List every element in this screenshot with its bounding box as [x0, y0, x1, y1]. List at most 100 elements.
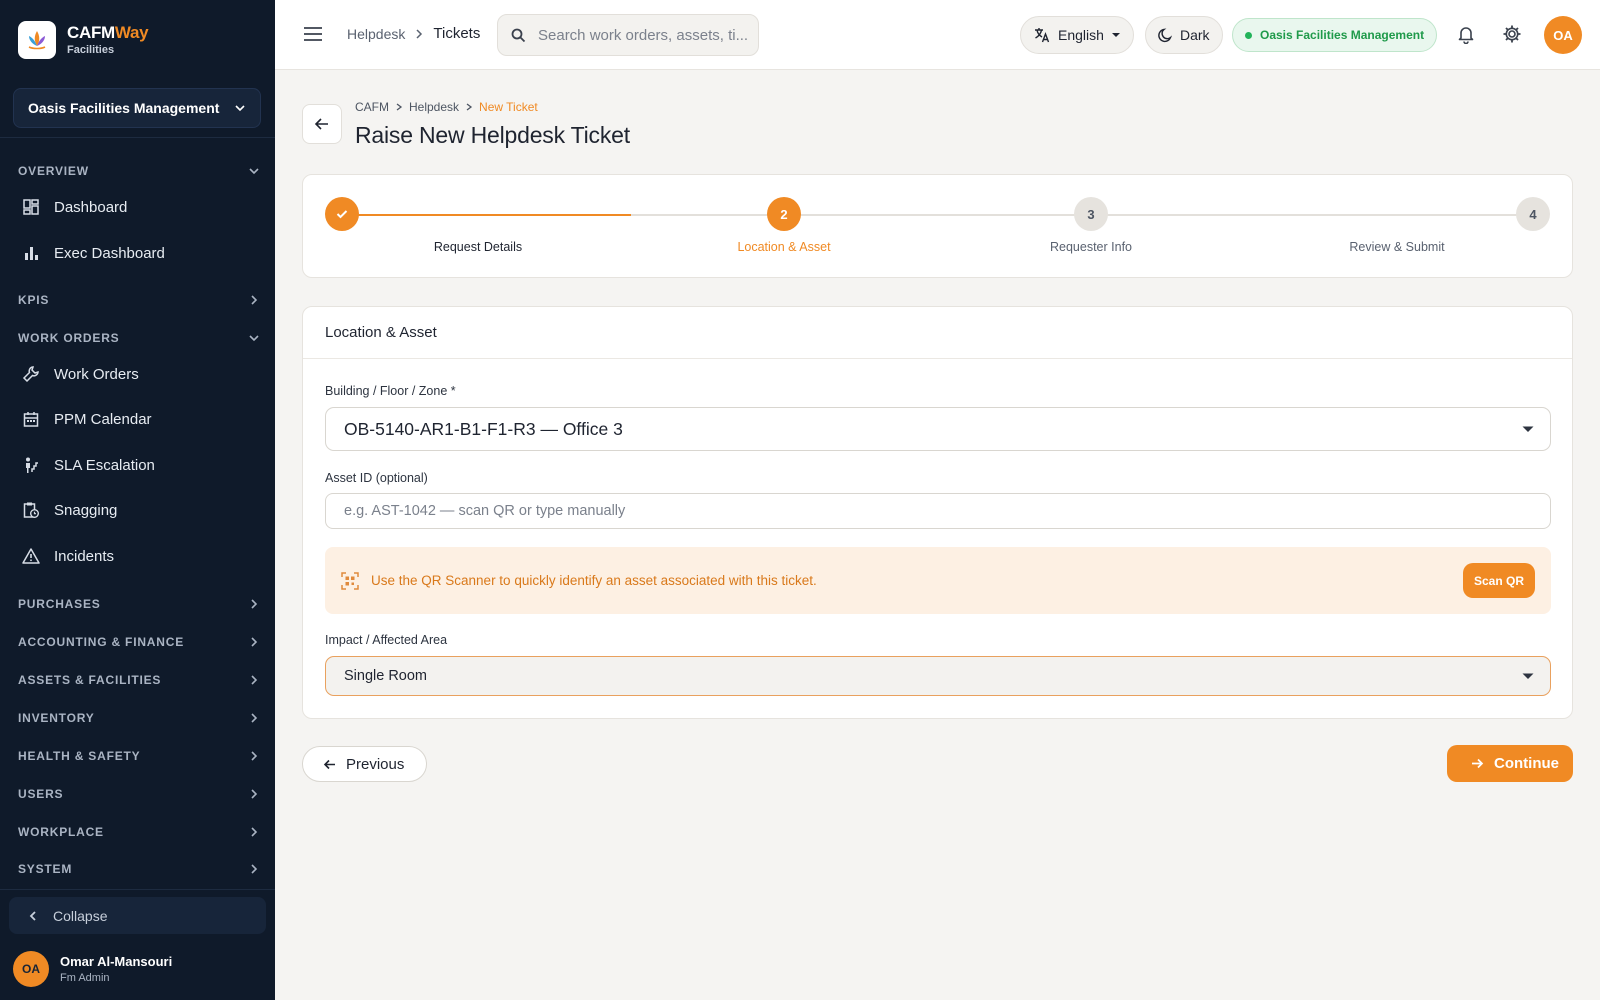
- caret-down-icon: [1111, 30, 1121, 40]
- location-select[interactable]: OB-5140-AR1-B1-F1-R3 — Office 3: [325, 407, 1551, 451]
- language-label: English: [1058, 27, 1104, 43]
- nav-section-assets[interactable]: ASSETS & FACILITIES: [18, 670, 260, 690]
- page-title: Raise New Helpdesk Ticket: [355, 122, 630, 148]
- theme-label: Dark: [1180, 27, 1210, 43]
- nav-section-workplace[interactable]: WORKPLACE: [18, 822, 260, 842]
- location-value: OB-5140-AR1-B1-F1-R3 — Office 3: [344, 418, 623, 439]
- page-breadcrumb: CAFM Helpdesk New Ticket: [355, 100, 538, 114]
- qr-hint-text: Use the QR Scanner to quickly identify a…: [371, 573, 817, 588]
- step-1-complete-icon[interactable]: [325, 197, 359, 231]
- sidebar-item-sla-escalation[interactable]: SLA Escalation: [22, 453, 155, 477]
- breadcrumb-helpdesk[interactable]: Helpdesk: [347, 26, 405, 42]
- sidebar-item-exec-dashboard[interactable]: Exec Dashboard: [22, 241, 165, 265]
- step-2-number[interactable]: 2: [767, 197, 801, 231]
- translate-icon: [1033, 26, 1051, 44]
- impact-select[interactable]: Single Room: [325, 656, 1551, 696]
- sidebar-item-work-orders[interactable]: Work Orders: [22, 362, 139, 386]
- chevron-right-icon: [248, 636, 260, 648]
- step-3-label[interactable]: Requester Info: [991, 240, 1191, 254]
- language-select[interactable]: English: [1020, 16, 1134, 54]
- brand-logo-icon: [18, 21, 56, 59]
- step-4-label[interactable]: Review & Submit: [1297, 240, 1497, 254]
- asset-id-input[interactable]: [344, 503, 1524, 519]
- breadcrumb-helpdesk[interactable]: Helpdesk: [409, 100, 459, 114]
- caret-down-icon: [1522, 423, 1534, 435]
- arrow-left-icon: [314, 116, 330, 132]
- org-status-badge[interactable]: Oasis Facilities Management: [1232, 18, 1438, 52]
- arrow-right-icon: [1471, 757, 1484, 770]
- brand[interactable]: CAFMWay Facilities: [18, 21, 149, 59]
- asset-label: Asset ID (optional): [325, 471, 428, 485]
- current-user[interactable]: OA Omar Al-Mansouri Fm Admin: [13, 951, 172, 987]
- sidebar-item-incidents[interactable]: Incidents: [22, 544, 114, 568]
- status-dot: [1245, 31, 1252, 39]
- gear-icon[interactable]: [1502, 24, 1522, 44]
- back-button[interactable]: [302, 104, 342, 144]
- impact-value: Single Room: [344, 668, 428, 684]
- scan-qr-button[interactable]: Scan QR: [1462, 563, 1535, 598]
- arrow-left-icon: [323, 758, 336, 771]
- impact-label: Impact / Affected Area: [325, 633, 448, 647]
- chevron-down-icon: [234, 102, 246, 114]
- chevron-right-icon: [248, 788, 260, 800]
- search-icon: [511, 28, 526, 43]
- nav-section-users[interactable]: USERS: [18, 784, 260, 804]
- chevron-left-icon: [27, 910, 39, 922]
- nav-section-work-orders[interactable]: WORK ORDERS: [18, 328, 260, 348]
- nav-section-kpis[interactable]: KPIS: [18, 290, 260, 310]
- sidebar: CAFMWay Facilities Oasis Facilities Mana…: [0, 0, 275, 1000]
- nav-section-overview[interactable]: OVERVIEW: [18, 161, 260, 181]
- nav-section-system[interactable]: SYSTEM: [18, 859, 260, 879]
- sidebar-item-ppm-calendar[interactable]: PPM Calendar: [22, 407, 152, 431]
- user-name: Omar Al-Mansouri: [60, 954, 173, 969]
- breadcrumb-new-ticket: New Ticket: [479, 100, 538, 114]
- chevron-right-icon: [248, 750, 260, 762]
- escalation-icon: [22, 456, 40, 474]
- chevron-down-icon: [248, 165, 260, 177]
- qr-hint-banner: Use the QR Scanner to quickly identify a…: [325, 547, 1551, 614]
- sidebar-divider: [0, 137, 275, 138]
- breadcrumb: Helpdesk Tickets: [347, 25, 480, 42]
- brand-name: CAFMWay: [67, 22, 149, 42]
- qr-scan-icon: [341, 571, 359, 590]
- moon-icon: [1158, 27, 1173, 43]
- location-label: Building / Floor / Zone *: [325, 384, 456, 398]
- step-4-number[interactable]: 4: [1516, 197, 1550, 231]
- brand-subtitle: Facilities: [67, 43, 115, 56]
- nav-section-accounting[interactable]: ACCOUNTING & FINANCE: [18, 632, 260, 652]
- bell-icon[interactable]: [1456, 24, 1476, 44]
- stepper: [302, 174, 1573, 278]
- chevron-right-icon: [414, 28, 424, 39]
- avatar: OA: [13, 951, 49, 987]
- warning-icon: [22, 547, 40, 565]
- previous-button[interactable]: Previous: [302, 746, 427, 782]
- chevron-right-icon: [248, 863, 260, 875]
- nav-section-purchases[interactable]: PURCHASES: [18, 594, 260, 614]
- collapse-button[interactable]: Collapse: [9, 897, 266, 934]
- search-input[interactable]: [538, 26, 748, 44]
- step-1-label[interactable]: Request Details: [378, 240, 578, 254]
- sidebar-divider: [0, 889, 275, 890]
- chevron-right-icon: [248, 294, 260, 306]
- search-box[interactable]: [497, 14, 759, 56]
- bar-chart-icon: [22, 244, 40, 262]
- sidebar-item-dashboard[interactable]: Dashboard: [22, 195, 127, 219]
- theme-toggle[interactable]: Dark: [1145, 16, 1223, 54]
- form-heading: Location & Asset: [325, 324, 437, 341]
- chevron-right-icon: [465, 103, 473, 111]
- asset-id-field[interactable]: [325, 493, 1551, 529]
- topbar: Helpdesk Tickets English Dark Oasis Faci…: [275, 0, 1600, 70]
- org-select[interactable]: Oasis Facilities Management: [13, 88, 261, 128]
- wrench-icon: [22, 365, 40, 383]
- sidebar-item-snagging[interactable]: Snagging: [22, 498, 117, 522]
- step-3-number[interactable]: 3: [1074, 197, 1108, 231]
- menu-icon[interactable]: [303, 24, 323, 44]
- caret-down-icon: [1522, 670, 1534, 682]
- nav-section-inventory[interactable]: INVENTORY: [18, 708, 260, 728]
- nav-section-health[interactable]: HEALTH & SAFETY: [18, 746, 260, 766]
- breadcrumb-cafm[interactable]: CAFM: [355, 100, 389, 114]
- calendar-icon: [22, 410, 40, 428]
- step-2-label[interactable]: Location & Asset: [684, 240, 884, 254]
- avatar[interactable]: OA: [1544, 16, 1582, 54]
- continue-button[interactable]: Continue: [1447, 745, 1573, 782]
